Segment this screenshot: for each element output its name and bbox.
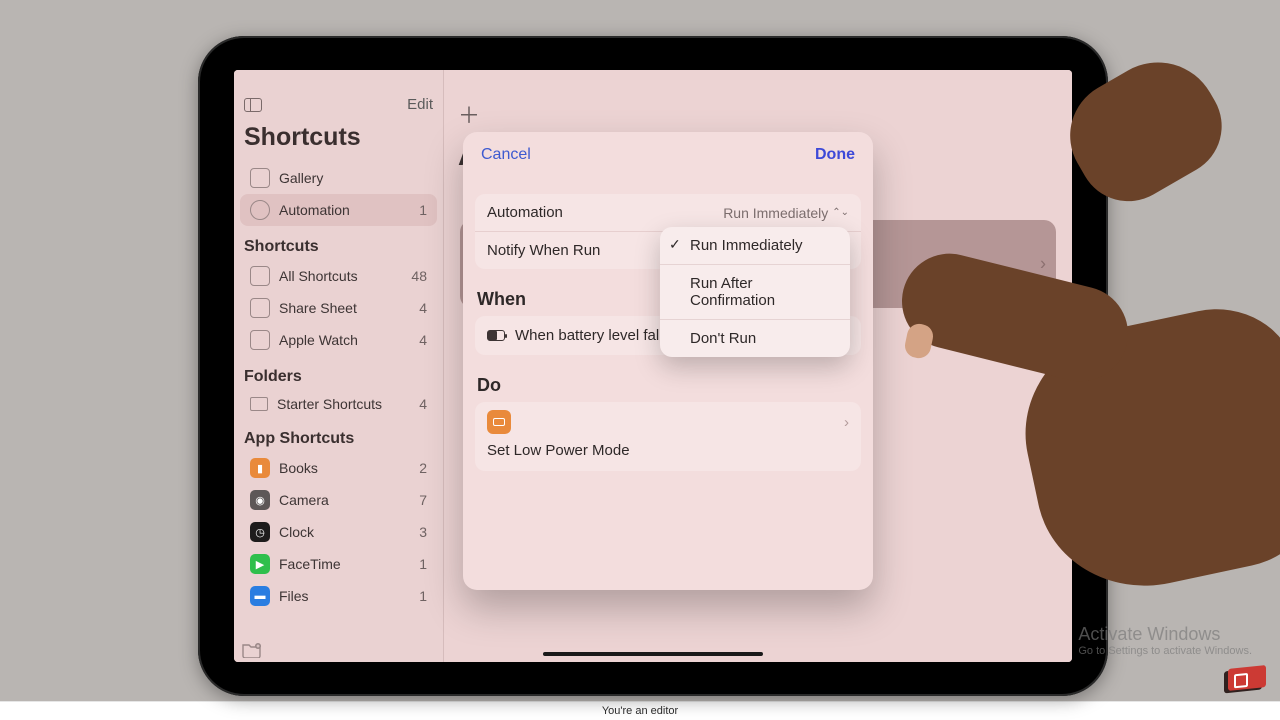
folder-icon — [250, 397, 268, 411]
sidebar-item-camera[interactable]: ◉ Camera 7 — [240, 484, 437, 516]
sidebar-item-count: 48 — [411, 268, 427, 284]
option-label: Run Immediately — [690, 237, 803, 254]
battery-icon — [487, 330, 505, 341]
sidebar-item-label: Camera — [279, 492, 329, 508]
option-label: Don't Run — [690, 330, 756, 347]
automation-edit-modal: Cancel Done Automation Run Immediately ⌃… — [463, 132, 873, 590]
sidebar-item-files[interactable]: ▬ Files 1 — [240, 580, 437, 612]
sidebar-item-clock[interactable]: ◷ Clock 3 — [240, 516, 437, 548]
low-power-icon — [487, 410, 511, 434]
sidebar-item-count: 4 — [419, 332, 427, 348]
chevron-right-icon: › — [1040, 254, 1046, 275]
row-label: Notify When Run — [487, 242, 600, 259]
facetime-icon: ▶ — [250, 554, 270, 574]
sidebar-item-count: 1 — [419, 202, 427, 218]
edit-button[interactable]: Edit — [407, 96, 433, 113]
section-do: Do — [463, 355, 873, 402]
done-button[interactable]: Done — [815, 146, 855, 164]
row-automation-mode[interactable]: Automation Run Immediately ⌃⌄ — [475, 194, 861, 231]
sidebar-item-books[interactable]: ▮ Books 2 — [240, 452, 437, 484]
option-run-after-confirmation[interactable]: Run After Confirmation — [660, 264, 850, 319]
sidebar-item-starter[interactable]: Starter Shortcuts 4 — [240, 390, 437, 418]
clock-icon: ◷ — [250, 522, 270, 542]
files-icon: ▬ — [250, 586, 270, 606]
footer-text: You're an editor — [602, 705, 678, 717]
sidebar-item-automation[interactable]: Automation 1 — [240, 194, 437, 226]
sidebar-item-watch[interactable]: Apple Watch 4 — [240, 324, 437, 356]
ipad-device: 11:58 Wed 3 Jul ••• 47% Edit S — [198, 36, 1108, 696]
footer-bar: You're an editor — [0, 701, 1280, 720]
sidebar-item-label: Apple Watch — [279, 332, 358, 348]
sidebar-item-label: FaceTime — [279, 556, 341, 572]
windows-watermark: Activate Windows Go to Settings to activ… — [1078, 624, 1252, 657]
books-icon: ▮ — [250, 458, 270, 478]
updown-icon: ⌃⌄ — [832, 207, 849, 218]
section-folders: Folders — [234, 356, 443, 390]
option-label: Run After Confirmation — [690, 275, 775, 309]
gallery-icon — [250, 168, 270, 188]
sidebar-item-label: Books — [279, 460, 318, 476]
add-button[interactable]: ＋ — [458, 98, 480, 130]
sidebar-item-facetime[interactable]: ▶ FaceTime 1 — [240, 548, 437, 580]
do-action[interactable]: › Set Low Power Mode — [475, 402, 861, 471]
corner-badge — [1228, 665, 1266, 691]
run-mode-popover: Run Immediately Run After Confirmation D… — [660, 227, 850, 357]
camera-icon: ◉ — [250, 490, 270, 510]
option-dont-run[interactable]: Don't Run — [660, 319, 850, 357]
all-icon — [250, 266, 270, 286]
sidebar-item-label: Files — [279, 588, 309, 604]
sidebar: Edit Shortcuts Gallery Automation 1 Shor… — [234, 70, 444, 662]
row-label: Automation — [487, 204, 563, 221]
automation-icon — [250, 200, 270, 220]
sidebar-title: Shortcuts — [234, 119, 443, 162]
option-run-immediately[interactable]: Run Immediately — [660, 227, 850, 264]
new-folder-icon[interactable] — [242, 642, 262, 658]
section-app-shortcuts: App Shortcuts — [234, 418, 443, 452]
watermark-title: Activate Windows — [1078, 624, 1252, 645]
sidebar-item-count: 3 — [419, 524, 427, 540]
sidebar-item-label: Clock — [279, 524, 314, 540]
sidebar-item-all[interactable]: All Shortcuts 48 — [240, 260, 437, 292]
watermark-sub: Go to Settings to activate Windows. — [1078, 645, 1252, 657]
cancel-button[interactable]: Cancel — [481, 146, 531, 164]
do-text: Set Low Power Mode — [487, 434, 849, 459]
sidebar-item-label: All Shortcuts — [279, 268, 358, 284]
sidebar-item-gallery[interactable]: Gallery — [240, 162, 437, 194]
sidebar-item-count: 4 — [419, 300, 427, 316]
section-shortcuts: Shortcuts — [234, 226, 443, 260]
sidebar-item-count: 4 — [419, 396, 427, 412]
sidebar-item-count: 1 — [419, 556, 427, 572]
chevron-right-icon: › — [844, 414, 849, 431]
sidebar-item-label: Share Sheet — [279, 300, 357, 316]
sidebar-item-count: 1 — [419, 588, 427, 604]
sidebar-item-share[interactable]: Share Sheet 4 — [240, 292, 437, 324]
share-icon — [250, 298, 270, 318]
sidebar-item-count: 7 — [419, 492, 427, 508]
sidebar-item-label: Gallery — [279, 170, 323, 186]
watch-icon — [250, 330, 270, 350]
sidebar-toggle-icon[interactable] — [244, 98, 262, 112]
photo-background: 11:58 Wed 3 Jul ••• 47% Edit S — [0, 0, 1280, 701]
ipad-screen: 11:58 Wed 3 Jul ••• 47% Edit S — [234, 70, 1072, 662]
sidebar-item-count: 2 — [419, 460, 427, 476]
sidebar-item-label: Starter Shortcuts — [277, 396, 382, 412]
sidebar-item-label: Automation — [279, 202, 350, 218]
home-indicator[interactable] — [543, 652, 763, 656]
row-value: Run Immediately — [723, 205, 828, 221]
